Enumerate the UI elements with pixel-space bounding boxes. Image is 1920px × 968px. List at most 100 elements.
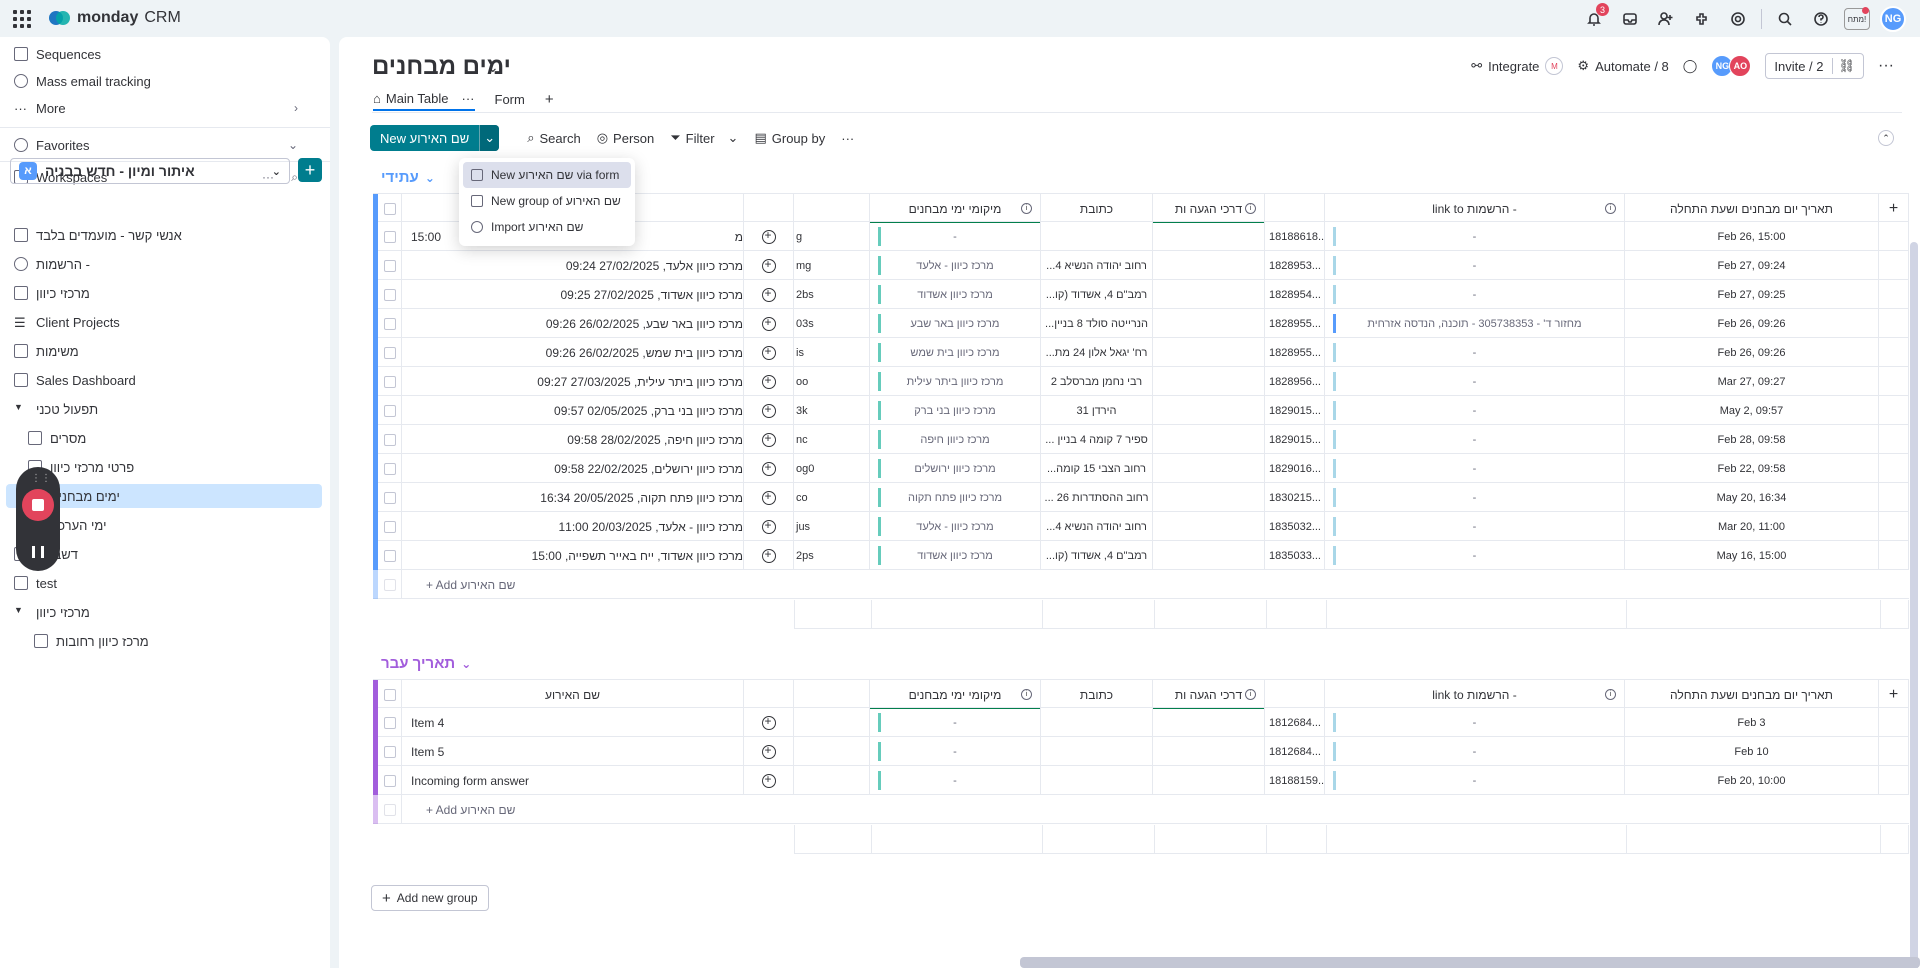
sidebar-item-contacts[interactable]: אנשי קשר - מועמדים בלבד bbox=[14, 223, 314, 247]
cell-date[interactable]: Mar 27, 09:27 bbox=[1625, 367, 1879, 396]
add-board-button[interactable]: + bbox=[298, 158, 322, 182]
sidebar-item-favorites[interactable]: Favorites ⌄ bbox=[14, 133, 314, 157]
row-checkbox[interactable] bbox=[383, 230, 396, 243]
cell-address[interactable]: רחוב הצבי 15 קומה... bbox=[1041, 454, 1153, 483]
cell-name[interactable]: מרכז כיוון אשדוד, ייח באייר תשפייה, 15:0… bbox=[402, 541, 744, 570]
cell-date[interactable]: Feb 26, 09:26 bbox=[1625, 309, 1879, 338]
cell-link[interactable]: - bbox=[1325, 251, 1625, 280]
cell-directions[interactable] bbox=[1153, 280, 1265, 309]
row-checkbox[interactable] bbox=[383, 520, 396, 533]
info-icon[interactable]: i bbox=[1021, 203, 1032, 214]
sidebar-item-more[interactable]: ··· More › bbox=[14, 96, 314, 120]
row-checkbox[interactable] bbox=[383, 774, 396, 787]
add-update-icon[interactable] bbox=[761, 344, 776, 360]
cell-upd[interactable] bbox=[744, 737, 794, 766]
table-row[interactable]: מרכז כיוון באר שבע, 26/02/2025 09:26 03s מ… bbox=[373, 309, 1909, 338]
column-header-directions[interactable]: דרכי הגעה ות i bbox=[1153, 194, 1265, 223]
sidebar-item-sequences[interactable]: Sequences bbox=[14, 42, 314, 66]
cell-date[interactable]: Feb 3 bbox=[1625, 708, 1879, 737]
cell-id[interactable]: 1828953... bbox=[1265, 251, 1325, 280]
cell-frag[interactable] bbox=[794, 766, 870, 795]
apps-marketplace-icon[interactable] bbox=[1689, 6, 1715, 32]
cell-frag[interactable] bbox=[794, 708, 870, 737]
cell-link[interactable]: - bbox=[1325, 766, 1625, 795]
group-title[interactable]: עתידי bbox=[381, 169, 419, 186]
cell-frag[interactable]: 2ps bbox=[794, 541, 870, 570]
board-members[interactable]: NG AO bbox=[1711, 55, 1752, 77]
cell-cb[interactable] bbox=[378, 766, 402, 795]
cell-date[interactable]: Feb 10 bbox=[1625, 737, 1879, 766]
cell-name[interactable]: מרכז כיוון פתח תקוה, 20/05/2025 16:34 bbox=[402, 483, 744, 512]
cell-link[interactable]: - bbox=[1325, 396, 1625, 425]
table-row[interactable]: מרכז כיוון חיפה, 28/02/2025 09:58 nc מרכז … bbox=[373, 425, 1909, 454]
cell-location[interactable]: מרכז כיוון בני ברק bbox=[870, 396, 1041, 425]
sidebar-item-registrations[interactable]: הרשמות - bbox=[14, 252, 314, 276]
info-icon[interactable]: i bbox=[1245, 689, 1256, 700]
item-name[interactable]: מרכז כיוון אשדוד, ייח באייר תשפייה, 15:0… bbox=[532, 549, 743, 563]
cell-directions[interactable] bbox=[1153, 251, 1265, 280]
column-header-link[interactable]: link to הרשמות - i bbox=[1325, 194, 1625, 223]
cell-plus[interactable] bbox=[1879, 708, 1909, 737]
item-name[interactable]: מרכז כיוון חיפה, 28/02/2025 09:58 bbox=[567, 433, 743, 447]
cell-date[interactable]: Feb 26, 09:26 bbox=[1625, 338, 1879, 367]
chevron-down-icon[interactable]: ⌄ bbox=[728, 130, 739, 146]
item-name[interactable]: מרכז כיוון ביתר עילית, 27/03/2025 09:27 bbox=[537, 375, 743, 389]
row-checkbox[interactable] bbox=[383, 288, 396, 301]
filter-button[interactable]: ⏷ Filter ⌄ bbox=[670, 130, 738, 146]
cell-id[interactable]: 1828954... bbox=[1265, 280, 1325, 309]
item-name[interactable]: מרכז כיוון פתח תקוה, 20/05/2025 16:34 bbox=[540, 491, 743, 505]
cell-cb[interactable] bbox=[378, 251, 402, 280]
cell-address[interactable]: הירדן 31 bbox=[1041, 396, 1153, 425]
chevron-down-icon[interactable]: ⌄ bbox=[487, 59, 499, 76]
column-header-name[interactable]: שם האירוע bbox=[402, 680, 744, 709]
more-options-icon[interactable]: ··· bbox=[1878, 57, 1894, 75]
cell-upd[interactable] bbox=[744, 309, 794, 338]
select-all-checkbox[interactable] bbox=[383, 688, 396, 701]
column-header-link[interactable]: link to הרשמות - i bbox=[1325, 680, 1625, 709]
sidebar-folder-centers[interactable]: ▼ מרכזי כיוון bbox=[14, 600, 314, 624]
item-name[interactable]: Incoming form answer bbox=[411, 774, 529, 788]
row-checkbox[interactable] bbox=[383, 433, 396, 446]
item-name[interactable]: מרכז כיוון בית שמש, 26/02/2025 09:26 bbox=[546, 346, 743, 360]
cell-directions[interactable] bbox=[1153, 454, 1265, 483]
cell-address[interactable]: ספיר 7 קומה 4 בניין ... bbox=[1041, 425, 1153, 454]
cell-name[interactable]: Incoming form answer bbox=[402, 766, 744, 795]
group-by-button[interactable]: ▤ Group by bbox=[754, 130, 825, 146]
item-name[interactable]: מ bbox=[735, 230, 743, 244]
table-row[interactable]: Incoming form answer - 18188159... - Feb 20,… bbox=[373, 766, 1909, 795]
drag-handle-icon[interactable]: ⋮⋮ bbox=[31, 473, 51, 484]
add-update-icon[interactable] bbox=[761, 547, 776, 563]
cell-id[interactable]: 18188618... bbox=[1265, 222, 1325, 251]
cell-cb[interactable] bbox=[378, 454, 402, 483]
cell-upd[interactable] bbox=[744, 708, 794, 737]
menu-item-import[interactable]: Import שם האירוע bbox=[463, 214, 631, 240]
cell-directions[interactable] bbox=[1153, 483, 1265, 512]
cell-directions[interactable] bbox=[1153, 222, 1265, 251]
cell-cb[interactable] bbox=[378, 309, 402, 338]
cell-upd[interactable] bbox=[744, 425, 794, 454]
cell-name[interactable]: מרכז כיוון אלעד, 27/02/2025 09:24 bbox=[402, 251, 744, 280]
cell-address[interactable]: רחוב יהודה הנשיא 4... bbox=[1041, 512, 1153, 541]
menu-item-new-via-form[interactable]: New שם האירוע via form bbox=[463, 162, 631, 188]
sidebar-item-test[interactable]: test bbox=[14, 571, 314, 595]
cell-directions[interactable] bbox=[1153, 708, 1265, 737]
sidebar-item-rehovot-center[interactable]: מרכז כיוון רחובות bbox=[34, 629, 334, 653]
sidebar-item-centers[interactable]: מרכזי כיוון bbox=[14, 281, 314, 305]
cell-name[interactable]: מרכז כיוון חיפה, 28/02/2025 09:58 bbox=[402, 425, 744, 454]
cell-name[interactable]: מרכז כיוון ביתר עילית, 27/03/2025 09:27 bbox=[402, 367, 744, 396]
cell-frag[interactable]: 3k bbox=[794, 396, 870, 425]
cell-directions[interactable] bbox=[1153, 367, 1265, 396]
item-name[interactable]: מרכז כיוון בני ברק, 02/05/2025 09:57 bbox=[554, 404, 743, 418]
table-row[interactable]: מרכז כיוון - אלעד, 20/03/2025 11:00 jus מר… bbox=[373, 512, 1909, 541]
cell-address[interactable]: רמב"ם 4, אשדוד (קו... bbox=[1041, 541, 1153, 570]
new-item-button[interactable]: New שם האירוע ⌄ bbox=[370, 125, 500, 151]
cell-frag[interactable]: nc bbox=[794, 425, 870, 454]
cell-cb[interactable] bbox=[378, 708, 402, 737]
cell-location[interactable]: מרכז כיוון חיפה bbox=[870, 425, 1041, 454]
tab-form[interactable]: Form bbox=[495, 87, 525, 111]
item-name[interactable]: Item 4 bbox=[411, 716, 444, 730]
cell-plus[interactable] bbox=[1879, 454, 1909, 483]
add-update-icon[interactable] bbox=[761, 373, 776, 389]
cell-address[interactable]: הנרייטה סולד 8 בניין... bbox=[1041, 309, 1153, 338]
horizontal-scrollbar[interactable] bbox=[1020, 957, 1920, 968]
